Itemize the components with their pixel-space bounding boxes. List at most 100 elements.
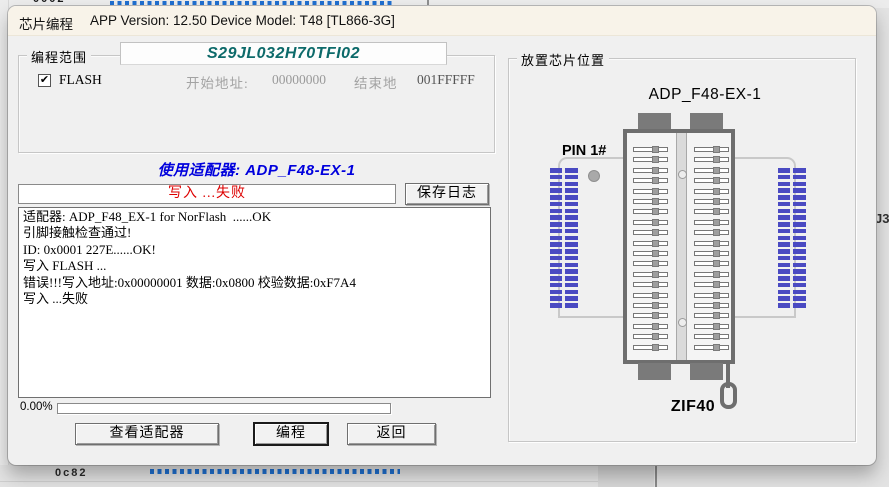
pin-header-bar (778, 283, 806, 288)
flash-checkbox[interactable]: ✔ (38, 74, 51, 87)
background-clipped-glyph: 6 (0, 391, 8, 403)
zif-pin-slot (633, 261, 668, 266)
zif-pin-contact (652, 250, 659, 257)
pin-header-bar (778, 202, 806, 207)
zif-pin-slot (633, 220, 668, 225)
log-line: 写入 FLASH ... (23, 258, 486, 274)
zif-pin-slot (694, 324, 729, 329)
pin-header-bar (778, 229, 806, 234)
pin-header-bar (778, 215, 806, 220)
zif-pin-slot (694, 334, 729, 339)
pin-header-bar (550, 229, 578, 234)
zif-pin-slot (633, 303, 668, 308)
zif-pin-slot (633, 272, 668, 277)
zif-pin-slot (694, 230, 729, 235)
zif-pin-contact (652, 271, 659, 278)
pin-header-bar (778, 263, 806, 268)
pin-header-bar (550, 242, 578, 247)
log-line: ID: 0x0001 227E......OK! (23, 242, 486, 258)
pin-header-bar (778, 242, 806, 247)
zif-pin-contact (713, 208, 720, 215)
zif-pin-contact (713, 146, 720, 153)
pin-header-bar (778, 209, 806, 214)
zif-pin-contact (713, 271, 720, 278)
zif-pin-slot (633, 293, 668, 298)
background-clipped-glyph: 6 (0, 225, 8, 237)
background-clipped-glyph: 6 (0, 273, 8, 285)
zif-socket-hole-bottom (678, 318, 687, 327)
zif-pin-contact (652, 156, 659, 163)
pin-header-bar (778, 269, 806, 274)
zif-pin-contact (713, 260, 720, 267)
zif-pin-contact (713, 198, 720, 205)
background-right-edge-text: J3 (875, 211, 889, 226)
zif-pin-slot (633, 178, 668, 183)
pin-header-bar (778, 256, 806, 261)
pin-header-bar (550, 188, 578, 193)
progress-bar (57, 403, 391, 414)
pin-header-bar (778, 236, 806, 241)
end-address-value: 001FFFFF (417, 72, 475, 88)
pin-header-bar (550, 202, 578, 207)
zif-pin-slot (633, 334, 668, 339)
zif-pin-contact (713, 229, 720, 236)
pin-header-bar (550, 236, 578, 241)
background-clipped-glyph: 6 (0, 368, 8, 380)
adapter-in-use-text: 使用适配器: ADP_F48-EX-1 (18, 159, 495, 180)
pin-header-bar (550, 215, 578, 220)
zif-pin-contact (713, 292, 720, 299)
pin-header-bar (550, 249, 578, 254)
zif-pin-contact (652, 302, 659, 309)
zif-pin-contact (713, 177, 720, 184)
zif-pin-contact (652, 208, 659, 215)
zif-pin-slot (633, 230, 668, 235)
pin-header-bar (778, 276, 806, 281)
zif-pin-slot (633, 157, 668, 162)
zif-pin-slot (694, 272, 729, 277)
progress-percent-label: 0.00% (20, 401, 53, 413)
log-area[interactable]: 适配器: ADP_F48_EX-1 for NorFlash ......OK引… (18, 207, 491, 398)
zif-pin-slot (694, 157, 729, 162)
zif-pin-contact (652, 167, 659, 174)
view-adapter-button[interactable]: 查看适配器 (75, 423, 219, 445)
zif-pin-contact (652, 177, 659, 184)
background-pane-divider (655, 465, 657, 487)
socket-tab-top-left (638, 113, 671, 130)
background-clipped-glyph: 6 (0, 154, 8, 166)
window-title: 芯片编程 (19, 13, 73, 33)
start-address-value: 00000000 (272, 72, 326, 88)
adapter-name-label: ADP_F48-EX-1 (585, 86, 825, 104)
back-button[interactable]: 返回 (347, 423, 436, 445)
log-line: 写入 ...失败 (23, 291, 486, 307)
zif-pin-contact (713, 167, 720, 174)
zif-pin-slot (633, 282, 668, 287)
program-button[interactable]: 编程 (253, 422, 329, 446)
save-log-button[interactable]: 保存日志 (405, 183, 489, 205)
pin-header-right (778, 168, 806, 314)
background-clipped-glyph: 6 (0, 320, 8, 332)
zif-pin-slot (633, 147, 668, 152)
log-line: 适配器: ADP_F48_EX-1 for NorFlash ......OK (23, 209, 486, 225)
zif-pin-contact (713, 344, 720, 351)
zif-pin-slot (694, 282, 729, 287)
pin-header-bar (778, 182, 806, 187)
background-clipped-glyph: 6 (0, 83, 8, 95)
pin-header-bar (550, 263, 578, 268)
background-clipped-glyph: 6 (0, 59, 8, 71)
log-line: 错误!!!写入地址:0x00000001 数据:0x0800 校验数据:0xF7… (23, 275, 486, 291)
zif-pin-contact (713, 323, 720, 330)
pin-header-bar (778, 303, 806, 308)
background-clipped-glyph: 6 (0, 12, 8, 24)
chip-name-panel: S29JL032H70TFI02 (120, 42, 447, 65)
zif-pin-contact (652, 292, 659, 299)
background-clipped-glyph: 6 (0, 296, 8, 308)
background-hex-address: 0c82 (55, 467, 87, 479)
program-range-groupbox: 编程范围 (18, 55, 495, 153)
zif-pin-contact (652, 344, 659, 351)
status-message: 写入 ...失败 (18, 184, 396, 204)
zif-pin-contact (652, 240, 659, 247)
app-version-info: APP Version: 12.50 Device Model: T48 [TL… (90, 13, 395, 28)
program-range-label: 编程范围 (27, 47, 91, 66)
zif-pin-contact (652, 188, 659, 195)
chip-programming-dialog: 芯片编程 APP Version: 12.50 Device Model: T4… (8, 6, 876, 465)
